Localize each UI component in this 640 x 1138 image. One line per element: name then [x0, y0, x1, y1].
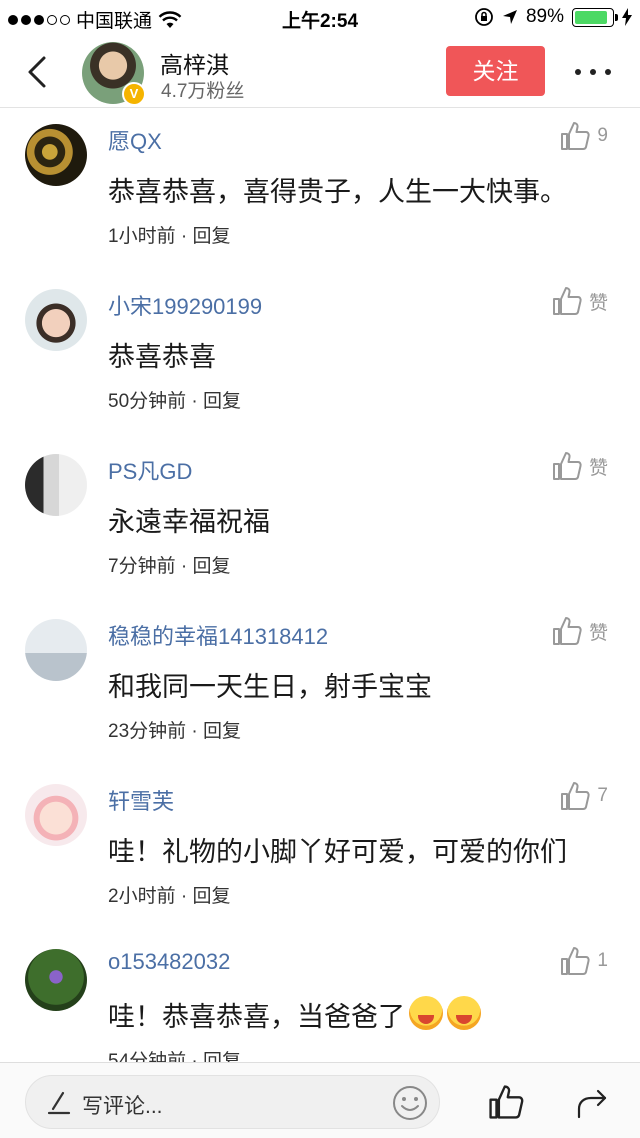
like-count: 9: [597, 125, 608, 146]
thumbs-up-icon: [552, 452, 582, 480]
comment-time: 1小时前: [108, 226, 176, 247]
comment-time: 23分钟前: [108, 721, 187, 742]
comment-meta: 7分钟前 · 回复: [108, 556, 231, 577]
comment-meta: 2小时前 · 回复: [108, 886, 231, 907]
thumbs-up-icon: [561, 947, 591, 975]
avatar[interactable]: [25, 784, 87, 846]
avatar[interactable]: [25, 289, 87, 351]
comment-item: 小宋199290199 赞 恭喜恭喜 50分钟前 · 回复: [0, 275, 640, 440]
comment-username[interactable]: o153482032: [108, 949, 230, 975]
like-count: 赞: [588, 622, 608, 644]
comment-time: 2小时前: [108, 886, 176, 907]
comment-item: 愿QX 9 恭喜恭喜，喜得贵子，人生一大快事。 1小时前 · 回复: [0, 110, 640, 275]
like-count: 1: [597, 950, 608, 971]
avatar[interactable]: [25, 124, 87, 186]
like-button[interactable]: 赞: [551, 615, 608, 647]
more-button[interactable]: [575, 58, 611, 86]
comment-text: 和我同一天生日，射手宝宝: [108, 672, 432, 702]
like-count: 赞: [588, 292, 608, 314]
comment-item: 稳稳的幸福141318412 赞 和我同一天生日，射手宝宝 23分钟前 · 回复: [0, 605, 640, 770]
like-button[interactable]: 赞: [551, 285, 608, 317]
comment-username[interactable]: 愿QX: [108, 124, 162, 156]
thumbs-up-icon[interactable]: [487, 1083, 525, 1121]
comment-list: 愿QX 9 恭喜恭喜，喜得贵子，人生一大快事。 1小时前 · 回复 小宋1992…: [0, 110, 640, 1062]
like-count: 赞: [588, 457, 608, 479]
lock-rotation-icon: [475, 8, 493, 26]
thumbs-up-icon: [561, 782, 591, 810]
reply-link[interactable]: 回复: [192, 226, 230, 247]
comment-username[interactable]: 轩雪芙: [108, 784, 174, 816]
comment-text-wrap: 哇！恭喜恭喜，当爸爸了: [108, 995, 481, 1034]
like-button[interactable]: 赞: [551, 450, 608, 482]
comment-item: o153482032 1 哇！恭喜恭喜，当爸爸了 54分钟前 · 回复: [0, 935, 640, 1062]
like-button[interactable]: 1: [559, 945, 608, 977]
comment-item: 轩雪芙 7 哇！礼物的小脚丫好可爱，可爱的你们 2小时前 · 回复: [0, 770, 640, 935]
comment-time: 7分钟前: [108, 556, 176, 577]
battery-percent: 89%: [525, 6, 564, 27]
comment-text: 哇！恭喜恭喜，当爸爸了: [108, 1002, 405, 1032]
reply-link[interactable]: 回复: [203, 721, 241, 742]
comment-username[interactable]: 小宋199290199: [108, 289, 262, 321]
reply-link[interactable]: 回复: [192, 886, 230, 907]
profile-name[interactable]: 高梓淇: [160, 46, 229, 80]
comment-meta: 50分钟前 · 回复: [108, 391, 242, 412]
pen-icon: [47, 1091, 71, 1115]
fans-count: 4.7万粉丝: [161, 81, 245, 102]
avatar[interactable]: [25, 949, 87, 1011]
comment-input[interactable]: 写评论...: [25, 1075, 440, 1129]
comment-text: 永遠幸福祝福: [108, 507, 270, 537]
charging-icon: [622, 8, 632, 26]
comment-item: PS凡GD 赞 永遠幸福祝福 7分钟前 · 回复: [0, 440, 640, 605]
bottom-toolbar: 写评论...: [0, 1062, 640, 1138]
thumbs-up-icon: [552, 617, 582, 645]
comment-username[interactable]: 稳稳的幸福141318412: [108, 619, 328, 651]
like-button[interactable]: 7: [559, 780, 608, 812]
avatar[interactable]: [25, 454, 87, 516]
status-bar: 中国联通 上午2:54 89%: [0, 0, 640, 36]
grinning-emoji-icon: [447, 996, 481, 1030]
comment-meta: 1小时前 · 回复: [108, 226, 231, 247]
comment-username[interactable]: PS凡GD: [108, 454, 192, 486]
like-count: 7: [597, 785, 608, 806]
follow-button[interactable]: 关注: [446, 46, 545, 96]
avatar[interactable]: [25, 619, 87, 681]
battery-icon: [572, 7, 618, 27]
thumbs-up-icon: [561, 122, 591, 150]
reply-link[interactable]: 回复: [203, 1051, 241, 1062]
reply-link[interactable]: 回复: [192, 556, 230, 577]
reply-link[interactable]: 回复: [203, 391, 241, 412]
back-icon: [28, 56, 46, 88]
comment-input-placeholder: 写评论...: [82, 1095, 163, 1118]
smiley-icon[interactable]: [391, 1084, 429, 1122]
comment-meta: 23分钟前 · 回复: [108, 721, 242, 742]
comment-text: 恭喜恭喜: [108, 342, 216, 372]
comment-time: 54分钟前: [108, 1051, 187, 1062]
grinning-emoji-icon: [409, 996, 443, 1030]
more-icon: [575, 69, 581, 75]
comment-meta: 54分钟前 · 回复: [108, 1046, 241, 1062]
comment-text: 恭喜恭喜，喜得贵子，人生一大快事。: [108, 177, 567, 207]
back-button[interactable]: [22, 52, 52, 92]
like-button[interactable]: 9: [559, 120, 608, 152]
thumbs-up-icon: [552, 287, 582, 315]
comment-time: 50分钟前: [108, 391, 187, 412]
share-icon[interactable]: [575, 1085, 611, 1121]
profile-header: V 高梓淇 4.7万粉丝 关注: [0, 36, 640, 108]
verified-badge-icon: V: [122, 82, 146, 106]
comment-text: 哇！礼物的小脚丫好可爱，可爱的你们: [108, 837, 567, 867]
location-icon: [502, 10, 517, 24]
